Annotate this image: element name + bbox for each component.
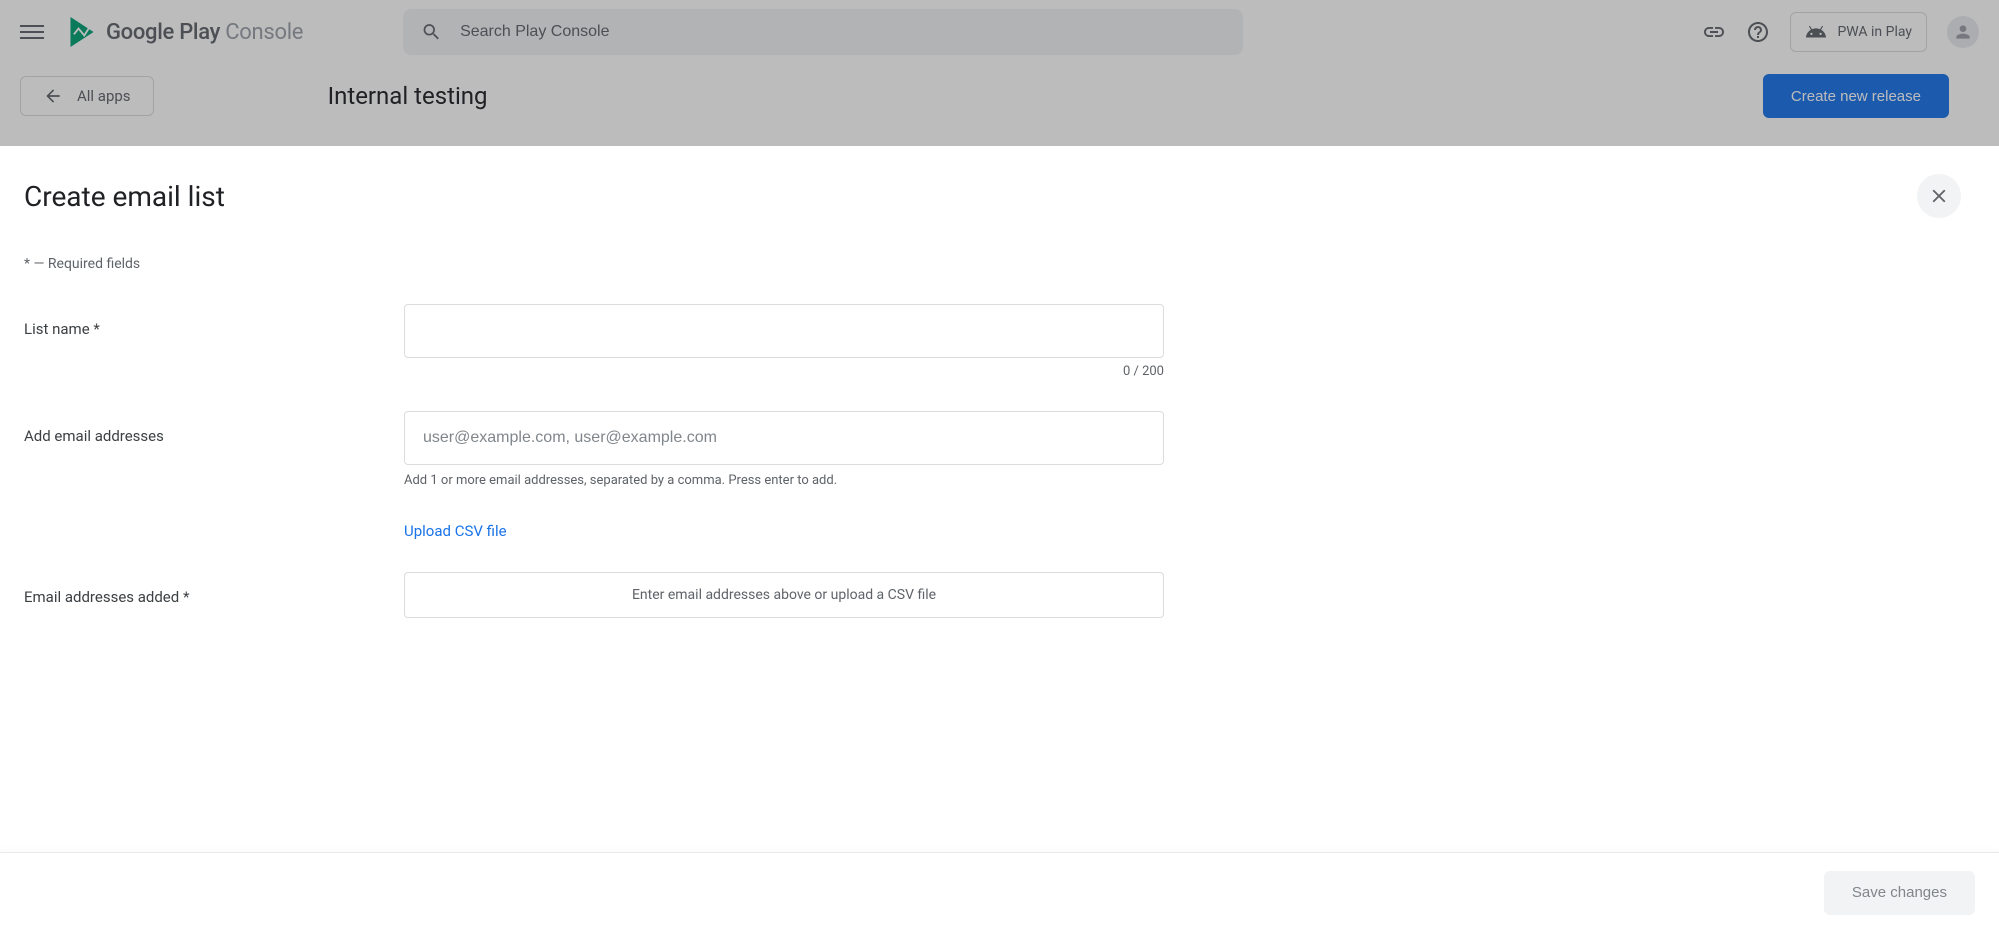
add-emails-row: Add email addresses Add 1 or more email … <box>24 411 1975 540</box>
add-emails-label: Add email addresses <box>24 411 404 445</box>
list-name-label: List name * <box>24 304 404 338</box>
save-changes-button[interactable]: Save changes <box>1824 871 1975 915</box>
emails-added-row: Email addresses added * Enter email addr… <box>24 572 1975 618</box>
modal-scrim[interactable] <box>0 0 1999 146</box>
modal-body: * — Required fields List name * 0 / 200 … <box>0 218 1999 852</box>
list-name-counter: 0 / 200 <box>404 364 1164 379</box>
add-emails-helper: Add 1 or more email addresses, separated… <box>404 473 1164 488</box>
upload-csv-link[interactable]: Upload CSV file <box>404 522 507 540</box>
list-name-row: List name * 0 / 200 <box>24 304 1975 379</box>
create-email-list-modal: Create email list * — Required fields Li… <box>0 146 1999 932</box>
list-name-input[interactable] <box>404 304 1164 358</box>
modal-footer: Save changes <box>0 852 1999 932</box>
add-emails-input[interactable] <box>404 411 1164 465</box>
close-button[interactable] <box>1917 174 1961 218</box>
modal-title: Create email list <box>24 180 225 213</box>
emails-added-empty: Enter email addresses above or upload a … <box>404 572 1164 618</box>
modal-header: Create email list <box>0 146 1999 218</box>
emails-added-label: Email addresses added * <box>24 572 404 606</box>
required-fields-note: * — Required fields <box>24 256 1975 272</box>
close-icon <box>1928 185 1950 207</box>
